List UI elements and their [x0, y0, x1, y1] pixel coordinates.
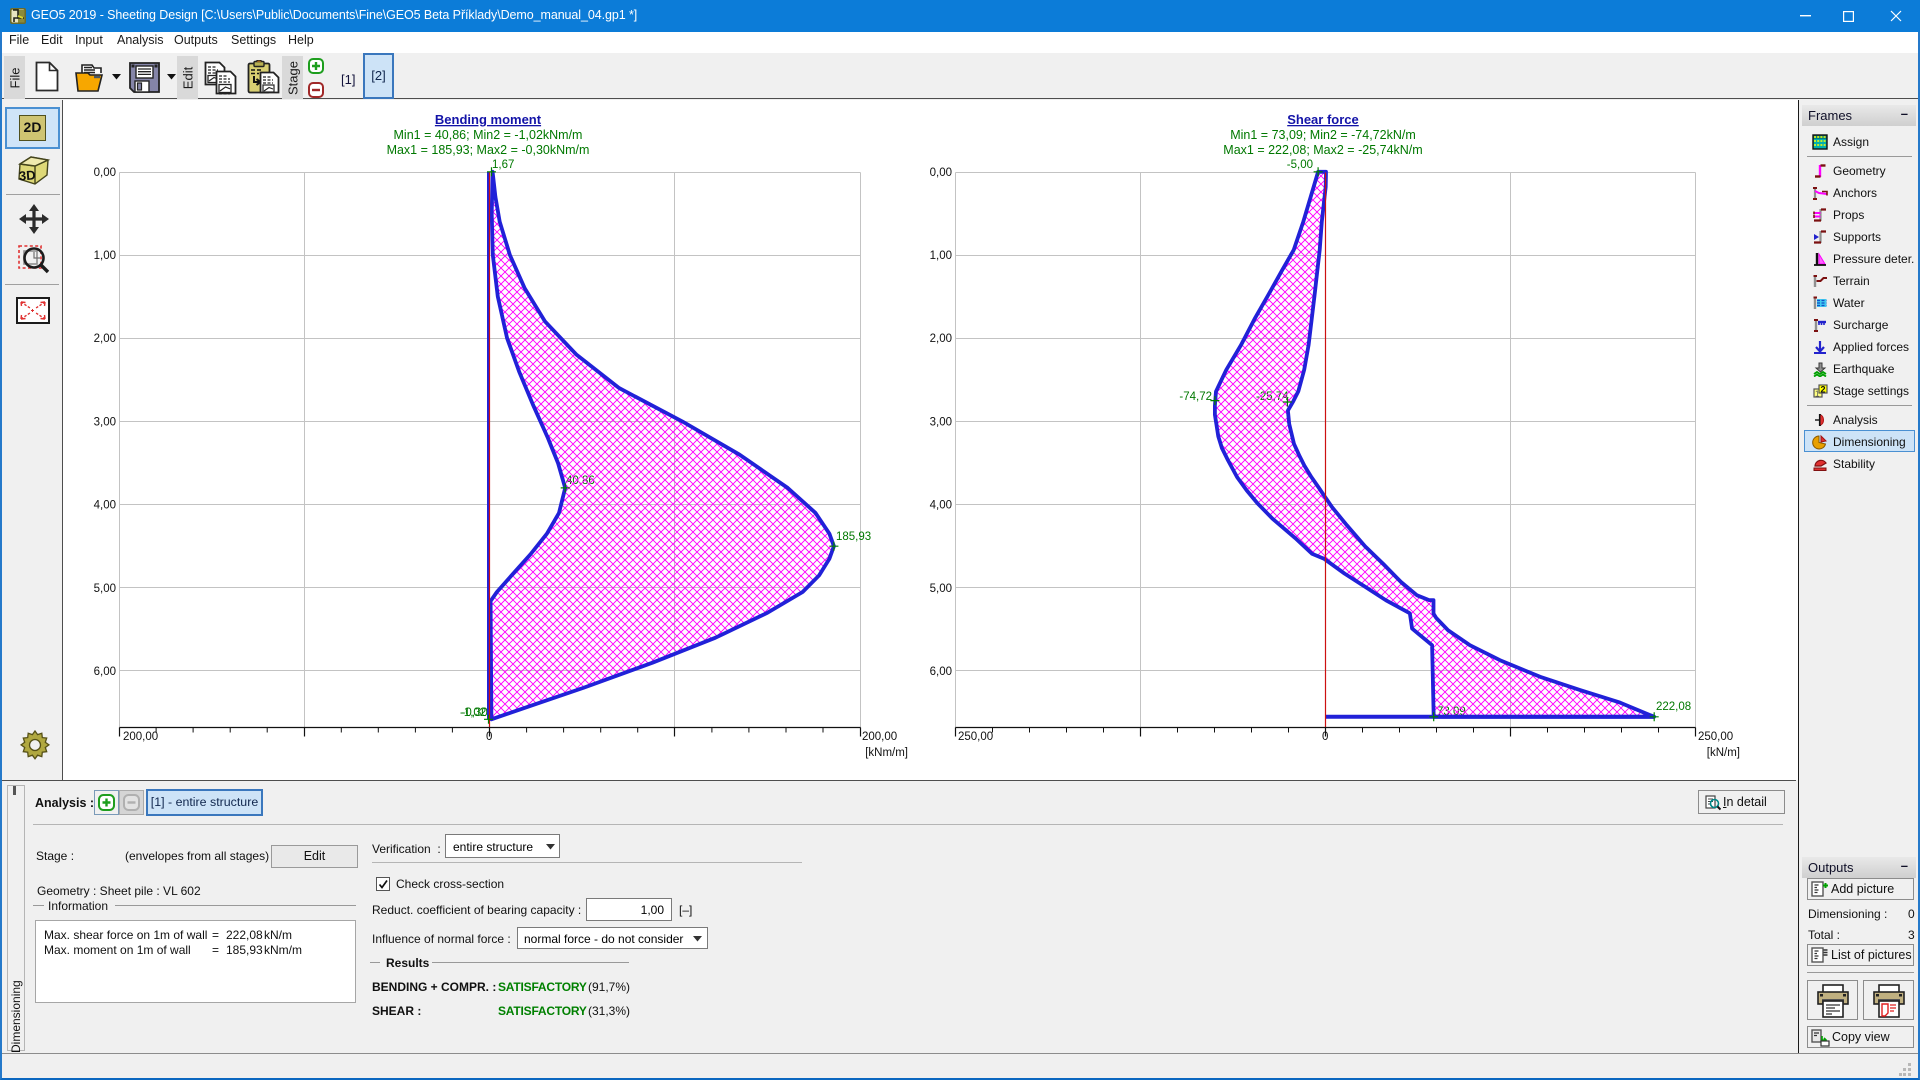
svg-text:4,00: 4,00	[930, 500, 952, 512]
svg-text:1,00: 1,00	[94, 250, 116, 262]
svg-text:-74,72: -74,72	[1179, 391, 1212, 403]
svg-text:2,00: 2,00	[930, 333, 952, 345]
svg-text:4,00: 4,00	[94, 500, 116, 512]
svg-text:200,00: 200,00	[862, 731, 897, 743]
svg-text:6,00: 6,00	[930, 666, 952, 678]
svg-text:Max1 = 222,08; Max2 = -25,74kN: Max1 = 222,08; Max2 = -25,74kN/m	[1223, 143, 1422, 157]
svg-text:5,00: 5,00	[930, 583, 952, 595]
svg-text:0,00: 0,00	[930, 167, 952, 179]
svg-text:[kNm/m]: [kNm/m]	[865, 747, 908, 759]
svg-text:1,00: 1,00	[930, 250, 952, 262]
svg-text:250,00: 250,00	[958, 731, 993, 743]
svg-text:-0,30: -0,30	[462, 707, 488, 719]
svg-text:250,00: 250,00	[1698, 731, 1733, 743]
svg-text:Min1 = 40,86; Min2 = -1,02kNm/: Min1 = 40,86; Min2 = -1,02kNm/m	[394, 128, 583, 142]
svg-text:3D: 3D	[18, 167, 36, 183]
svg-text:0: 0	[1322, 731, 1328, 743]
svg-text:3,00: 3,00	[930, 416, 952, 428]
svg-text:[kN/m]: [kN/m]	[1707, 747, 1740, 759]
svg-text:1: 1	[1815, 390, 1820, 399]
svg-text:5,00: 5,00	[94, 583, 116, 595]
svg-text:1,67: 1,67	[492, 159, 514, 171]
svg-text:2: 2	[1821, 385, 1826, 395]
svg-text:0,00: 0,00	[94, 167, 116, 179]
svg-text:Bending moment: Bending moment	[435, 112, 542, 127]
svg-text:3,00: 3,00	[94, 416, 116, 428]
svg-text:Min1 = 73,09; Min2 = -74,72kN/: Min1 = 73,09; Min2 = -74,72kN/m	[1230, 128, 1416, 142]
svg-text:200,00: 200,00	[123, 731, 158, 743]
svg-text:222,08: 222,08	[1656, 701, 1691, 713]
svg-text:Max1 = 185,93; Max2 = -0,30kNm: Max1 = 185,93; Max2 = -0,30kNm/m	[387, 143, 590, 157]
svg-text:0: 0	[486, 731, 492, 743]
svg-text:2,00: 2,00	[94, 333, 116, 345]
svg-text:-5,00: -5,00	[1287, 159, 1313, 171]
svg-text:Shear force: Shear force	[1287, 112, 1359, 127]
svg-text:185,93: 185,93	[836, 531, 871, 543]
svg-text:6,00: 6,00	[94, 666, 116, 678]
